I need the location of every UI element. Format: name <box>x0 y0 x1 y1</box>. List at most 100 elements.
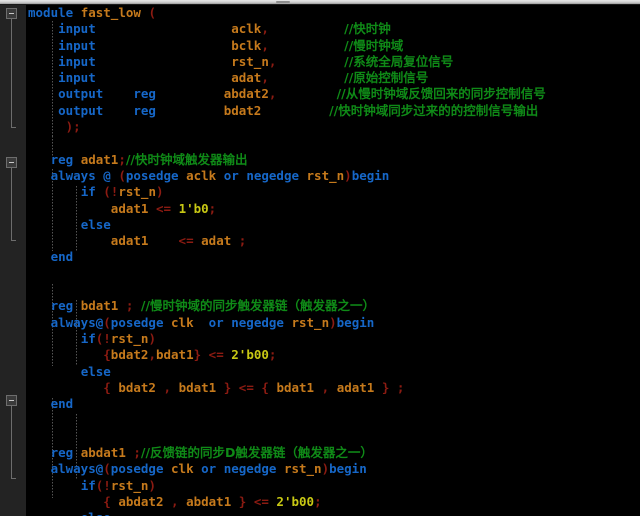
code-line[interactable]: always@(posedge clk or negedge rst_n)beg… <box>28 315 640 331</box>
code-token-punc: <= <box>253 493 269 509</box>
code-line[interactable]: end <box>28 249 640 265</box>
code-token-punc: ; <box>314 493 322 509</box>
code-line[interactable]: module fast_low ( <box>28 5 640 21</box>
code-line[interactable]: input rst_n, //系统全局复位信号 <box>28 54 640 70</box>
code-token-kw: posedge <box>110 461 164 477</box>
code-token-id: bdat1 <box>80 298 119 314</box>
code-line[interactable]: { bdat2 , bdat1 } <= { bdat1 , adat1 } ; <box>28 380 640 396</box>
code-token-id: adat1 <box>80 151 119 167</box>
code-token-kw: negedge <box>223 461 277 477</box>
code-token-punc: (! <box>95 330 111 346</box>
code-token-kw: else <box>81 510 111 516</box>
code-token-kw: input <box>58 37 96 53</box>
code-line[interactable]: input bclk, //慢时钟域 <box>28 38 640 54</box>
fold-marker-always-adat1[interactable] <box>6 157 17 168</box>
code-token-kw: input <box>58 53 96 69</box>
code-token-id: bdat1 <box>276 379 315 395</box>
code-token-id: bdat2 <box>118 379 156 395</box>
code-token-kw: negedge <box>231 314 284 330</box>
code-token-kw: else <box>80 363 111 379</box>
code-line[interactable]: reg abdat1 ;//反馈链的同步D触发器链（触发器之一） <box>28 445 640 461</box>
code-token-id: aclk <box>186 167 217 183</box>
code-line[interactable]: reg bdat1 ; //慢时钟域的同步触发器链（触发器之一） <box>28 298 640 314</box>
fold-marker-always-abdat1[interactable] <box>6 395 17 406</box>
code-token-kw: or <box>208 314 224 330</box>
code-line[interactable]: if (!rst_n) <box>28 184 640 200</box>
code-token-punc: { <box>103 493 111 509</box>
code-token-punc: ( <box>148 5 156 20</box>
code-token-kw: if <box>80 330 96 346</box>
code-token-kw: if <box>80 184 96 200</box>
code-line[interactable]: { abdat2 , abdat1 } <= 2'b00; <box>28 494 640 510</box>
code-line[interactable]: else <box>28 364 640 380</box>
code-line[interactable]: ); <box>28 119 640 135</box>
code-line[interactable]: always @ (posedge aclk or negedge rst_n)… <box>28 168 640 184</box>
code-token-id: adat1 <box>336 379 375 395</box>
code-line[interactable]: adat1 <= 1'b0; <box>28 201 640 217</box>
horizontal-scrollbar-thumb[interactable] <box>276 1 290 3</box>
code-line[interactable]: if(!rst_n) <box>28 478 640 494</box>
code-token-cmt: //慢时钟域 <box>344 37 404 53</box>
code-line[interactable]: if(!rst_n) <box>28 331 640 347</box>
code-token-id: abdat2 <box>223 86 269 102</box>
code-token-punc: ) <box>329 314 337 330</box>
code-line[interactable]: always@(posedge clk or negedge rst_n)beg… <box>28 461 640 477</box>
code-token-punc: { <box>103 347 111 363</box>
fold-region-foot-always-adat1 <box>11 240 16 241</box>
code-line[interactable]: end <box>28 396 640 412</box>
code-line[interactable] <box>28 412 640 428</box>
code-token-punc: <= <box>178 233 194 249</box>
code-line[interactable]: input aclk, //快时钟 <box>28 21 640 37</box>
code-token-id: clk <box>171 461 194 477</box>
code-text-area[interactable]: module fast_low ( input aclk, //快时钟 inpu… <box>28 5 640 516</box>
code-line[interactable] <box>28 282 640 298</box>
code-token-kw: or <box>223 167 239 183</box>
code-token-kw: begin <box>329 461 367 477</box>
code-line[interactable]: adat1 <= adat ; <box>28 233 640 249</box>
code-editor[interactable]: module fast_low ( input aclk, //快时钟 inpu… <box>0 0 640 516</box>
code-line[interactable]: output reg bdat2 //快时钟域同步过来的的控制信号输出 <box>28 103 640 119</box>
code-line[interactable] <box>28 266 640 282</box>
code-line[interactable]: reg adat1;//快时钟域触发器输出 <box>28 152 640 168</box>
code-line[interactable] <box>28 429 640 445</box>
code-token-kw: @ <box>103 167 111 183</box>
code-token-id: fast_low <box>80 5 141 20</box>
code-token-kw: begin <box>351 167 390 183</box>
code-token-id: bdat1 <box>178 379 217 395</box>
fold-marker-module[interactable] <box>6 8 17 19</box>
code-line[interactable]: input adat, //原始控制信号 <box>28 70 640 86</box>
editor-gutter[interactable] <box>0 5 27 516</box>
code-line[interactable]: else <box>28 217 640 233</box>
code-token-kw: else <box>80 216 111 232</box>
code-line[interactable]: {bdat2,bdat1} <= 2'b00; <box>28 347 640 363</box>
code-line[interactable] <box>28 135 640 151</box>
code-line[interactable]: output reg abdat2, //从慢时钟域反馈回来的同步控制信号 <box>28 86 640 102</box>
code-token-id: bdat2 <box>110 347 149 363</box>
code-token-id: clk <box>171 314 194 330</box>
code-token-id: rst_n <box>283 461 322 477</box>
code-line[interactable]: else <box>28 510 640 516</box>
